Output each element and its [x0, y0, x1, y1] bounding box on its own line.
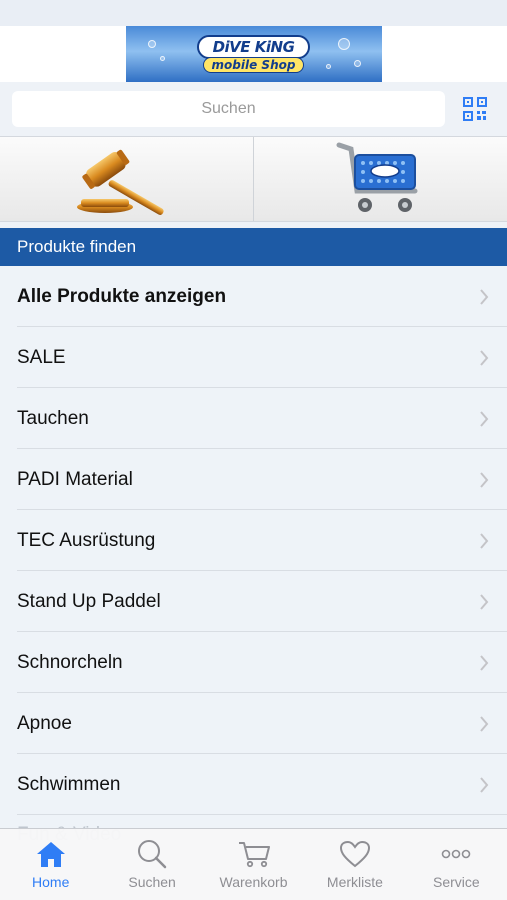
list-item-label: SALE: [17, 346, 66, 368]
search-input[interactable]: Suchen: [12, 91, 445, 127]
tab-label: Home: [32, 874, 70, 890]
tab-home[interactable]: Home: [0, 829, 101, 900]
qr-code-icon: [463, 97, 487, 121]
tab-cart[interactable]: Warenkorb: [203, 829, 304, 900]
chevron-right-icon: [480, 654, 489, 671]
tab-service[interactable]: Service: [406, 829, 507, 900]
list-item[interactable]: Schwimmen: [0, 754, 507, 815]
logo-bar: DiVE KiNG mobile Shop: [0, 26, 507, 82]
list-item[interactable]: TEC Ausrüstung: [0, 510, 507, 571]
more-icon: [442, 849, 471, 859]
chevron-right-icon: [480, 776, 489, 793]
brand-logo: DiVE KiNG mobile Shop: [125, 26, 382, 82]
list-item-label: Tauchen: [17, 407, 89, 429]
chevron-right-icon: [480, 715, 489, 732]
tab-wishlist[interactable]: Merkliste: [304, 829, 405, 900]
cart-icon: [238, 842, 270, 868]
tab-label: Warenkorb: [219, 874, 288, 890]
list-item[interactable]: PADI Material: [0, 449, 507, 510]
tab-bar: Home Suchen Warenkorb Merkliste Service: [0, 828, 507, 900]
search-row: Suchen: [0, 82, 507, 136]
list-item-label: PADI Material: [17, 468, 133, 490]
home-icon: [36, 842, 65, 867]
auction-banner[interactable]: [0, 137, 253, 221]
heart-icon: [339, 840, 370, 868]
list-item[interactable]: SALE: [0, 327, 507, 388]
list-item-label: Stand Up Paddel: [17, 590, 161, 612]
section-header: Produkte finden: [0, 228, 507, 266]
list-item[interactable]: Schnorcheln: [0, 632, 507, 693]
list-item[interactable]: Stand Up Paddel: [0, 571, 507, 632]
list-item[interactable]: Apnoe: [0, 693, 507, 754]
shop-cart-banner[interactable]: [253, 137, 507, 221]
banner-row: [0, 136, 507, 222]
tab-label: Merkliste: [326, 874, 383, 890]
gavel-icon: [76, 149, 164, 215]
list-item-label: Schwimmen: [17, 773, 121, 795]
list-item-label: Schnorcheln: [17, 651, 123, 673]
tab-label: Suchen: [128, 874, 176, 890]
tab-search[interactable]: Suchen: [101, 829, 202, 900]
chevron-right-icon: [480, 410, 489, 427]
list-item[interactable]: Alle Produkte anzeigen: [0, 266, 507, 327]
chevron-right-icon: [480, 288, 489, 305]
chevron-right-icon: [480, 532, 489, 549]
list-item-label: TEC Ausrüstung: [17, 529, 156, 551]
status-bar: [0, 0, 507, 26]
logo-title: DiVE KiNG: [196, 35, 311, 59]
list-item[interactable]: Tauchen: [0, 388, 507, 449]
search-icon: [138, 840, 167, 869]
category-list: Alle Produkte anzeigen SALE Tauchen PADI…: [0, 266, 507, 855]
logo-subtitle: mobile Shop: [202, 57, 305, 73]
tab-label: Service: [432, 874, 480, 890]
chevron-right-icon: [480, 593, 489, 610]
chevron-right-icon: [480, 471, 489, 488]
list-item-label: Alle Produkte anzeigen: [17, 285, 227, 307]
chevron-right-icon: [480, 349, 489, 366]
list-item-label: Apnoe: [17, 712, 72, 734]
shopping-cart-icon: [336, 142, 417, 212]
qr-scan-button[interactable]: [455, 91, 495, 127]
